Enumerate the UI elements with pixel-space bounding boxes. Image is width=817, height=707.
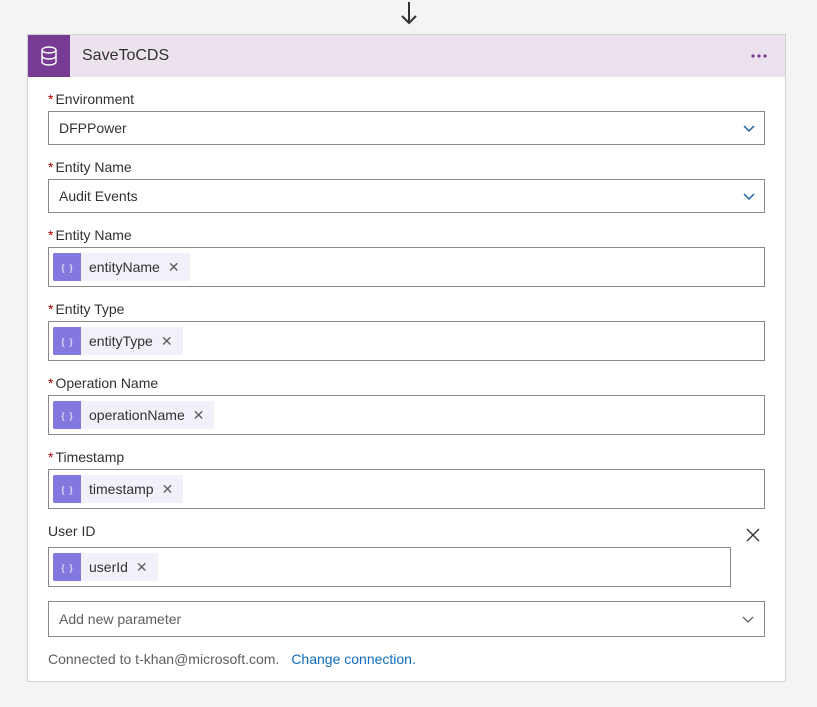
- select-value: Audit Events: [59, 188, 138, 204]
- token-remove-button[interactable]: ✕: [166, 260, 182, 274]
- connection-status-text: Connected to t-khan@microsoft.com.: [48, 651, 279, 667]
- card-menu-button[interactable]: [743, 40, 775, 72]
- remove-parameter-button[interactable]: [741, 523, 765, 547]
- required-indicator: *: [48, 301, 53, 317]
- svg-text:{ }: { }: [60, 562, 73, 574]
- label-operation-name: *Operation Name: [48, 375, 765, 391]
- token-text: entityName: [81, 259, 166, 275]
- label-text: Operation Name: [55, 375, 158, 391]
- token-text: timestamp: [81, 481, 160, 497]
- token-remove-button[interactable]: ✕: [160, 482, 176, 496]
- user-id-input[interactable]: { } userId ✕: [48, 547, 731, 587]
- field-entity-type: *Entity Type { } entityType ✕: [48, 301, 765, 361]
- label-timestamp: *Timestamp: [48, 449, 765, 465]
- chevron-down-icon: [740, 611, 756, 627]
- environment-select[interactable]: DFPPower: [48, 111, 765, 145]
- field-timestamp: *Timestamp { } timestamp ✕: [48, 449, 765, 509]
- expression-icon: { }: [53, 327, 81, 355]
- label-entity-name-token: *Entity Name: [48, 227, 765, 243]
- label-user-id: User ID: [48, 523, 731, 539]
- card-header[interactable]: SaveToCDS: [28, 35, 785, 77]
- expression-icon: { }: [53, 253, 81, 281]
- expression-icon: { }: [53, 475, 81, 503]
- ellipsis-icon: [749, 46, 769, 66]
- card-title: SaveToCDS: [70, 47, 743, 65]
- field-environment: *Environment DFPPower: [48, 91, 765, 145]
- token-remove-button[interactable]: ✕: [191, 408, 207, 422]
- label-text: Environment: [55, 91, 134, 107]
- expression-icon: { }: [53, 401, 81, 429]
- operation-name-input[interactable]: { } operationName ✕: [48, 395, 765, 435]
- entity-name-input[interactable]: { } entityName ✕: [48, 247, 765, 287]
- action-card-savetocds: SaveToCDS *Environment DFPPower: [27, 34, 786, 682]
- label-entity-name-select: *Entity Name: [48, 159, 765, 175]
- required-indicator: *: [48, 449, 53, 465]
- svg-text:{ }: { }: [60, 410, 73, 422]
- add-parameter-select[interactable]: Add new parameter: [48, 601, 765, 637]
- token-remove-button[interactable]: ✕: [134, 560, 150, 574]
- field-entity-name-select: *Entity Name Audit Events: [48, 159, 765, 213]
- flow-arrow-down: [0, 0, 817, 34]
- token-text: operationName: [81, 407, 191, 423]
- required-indicator: *: [48, 91, 53, 107]
- required-indicator: *: [48, 227, 53, 243]
- connection-footer: Connected to t-khan@microsoft.com. Chang…: [48, 651, 765, 667]
- token-entitytype[interactable]: { } entityType ✕: [53, 327, 183, 355]
- field-user-id: User ID { } userId ✕: [48, 523, 765, 587]
- token-userid[interactable]: { } userId ✕: [53, 553, 158, 581]
- required-indicator: *: [48, 159, 53, 175]
- add-parameter-placeholder: Add new parameter: [59, 611, 181, 627]
- select-value: DFPPower: [59, 120, 127, 136]
- database-icon: [37, 44, 61, 68]
- label-environment: *Environment: [48, 91, 765, 107]
- token-text: userId: [81, 559, 134, 575]
- label-text: Entity Name: [55, 159, 131, 175]
- svg-text:{ }: { }: [60, 336, 73, 348]
- field-operation-name: *Operation Name { } operationName ✕: [48, 375, 765, 435]
- label-text: User ID: [48, 523, 95, 539]
- token-entityname[interactable]: { } entityName ✕: [53, 253, 190, 281]
- expression-icon: { }: [53, 553, 81, 581]
- svg-text:{ }: { }: [60, 484, 73, 496]
- entity-type-input[interactable]: { } entityType ✕: [48, 321, 765, 361]
- svg-text:{ }: { }: [60, 262, 73, 274]
- label-text: Entity Type: [55, 301, 124, 317]
- required-indicator: *: [48, 375, 53, 391]
- token-timestamp[interactable]: { } timestamp ✕: [53, 475, 183, 503]
- label-text: Entity Name: [55, 227, 131, 243]
- close-icon: [745, 527, 761, 543]
- field-entity-name-token: *Entity Name { } entityName ✕: [48, 227, 765, 287]
- connector-icon-box: [28, 35, 70, 77]
- entity-name-select[interactable]: Audit Events: [48, 179, 765, 213]
- token-operationname[interactable]: { } operationName ✕: [53, 401, 214, 429]
- arrow-down-icon: [398, 2, 420, 28]
- change-connection-link[interactable]: Change connection.: [291, 651, 416, 667]
- label-text: Timestamp: [55, 449, 124, 465]
- token-text: entityType: [81, 333, 159, 349]
- card-body: *Environment DFPPower *Entity Name Audit…: [28, 77, 785, 681]
- label-entity-type: *Entity Type: [48, 301, 765, 317]
- timestamp-input[interactable]: { } timestamp ✕: [48, 469, 765, 509]
- token-remove-button[interactable]: ✕: [159, 334, 175, 348]
